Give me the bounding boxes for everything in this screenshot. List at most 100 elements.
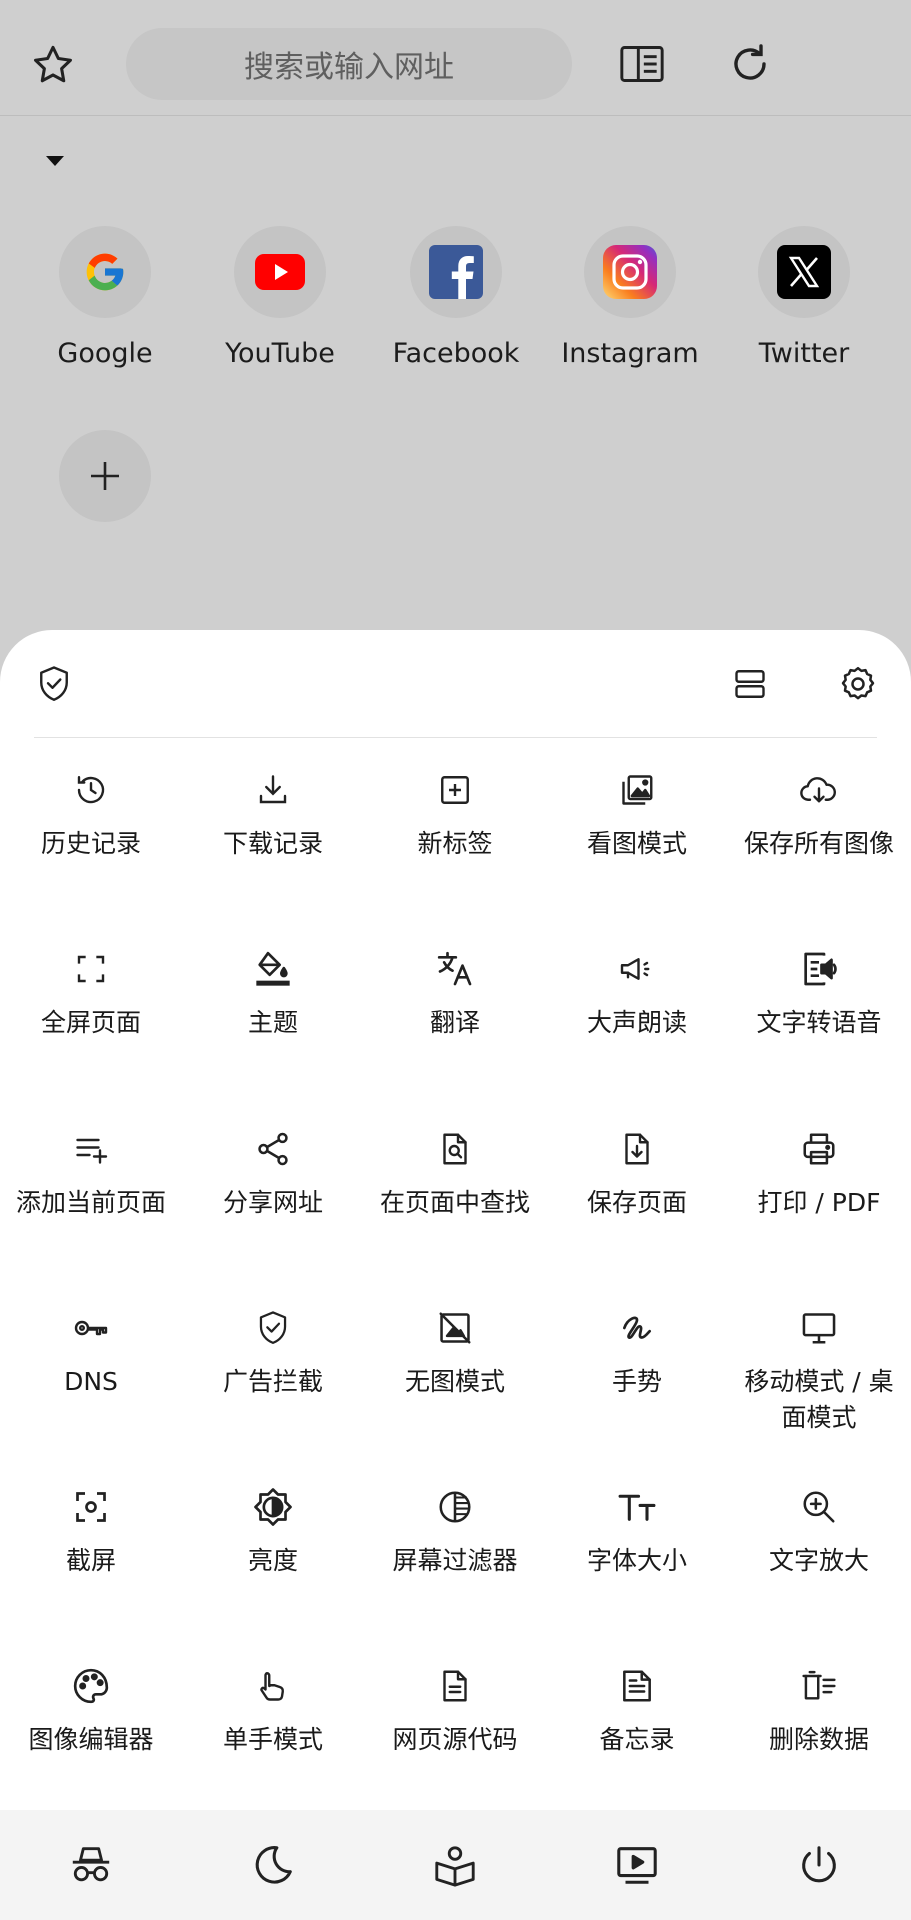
menu-item-brightness[interactable]: 亮度 (182, 1487, 364, 1647)
megaphone-icon (617, 949, 657, 989)
google-icon (59, 226, 151, 318)
night-mode-icon[interactable] (250, 1842, 296, 1888)
palette-icon (71, 1666, 111, 1706)
menu-item-font-size[interactable]: 字体大小 (546, 1487, 728, 1647)
menu-item-label: 手势 (611, 1367, 662, 1396)
screen-filter-icon (435, 1487, 475, 1527)
gallery-icon (617, 770, 657, 810)
desktop-icon (799, 1308, 839, 1348)
menu-item-find-in-page[interactable]: 在页面中查找 (364, 1129, 546, 1289)
menu-item-gallery-mode[interactable]: 看图模式 (546, 770, 728, 930)
menu-item-page-source[interactable]: 网页源代码 (364, 1666, 546, 1826)
speed-dial-google[interactable]: Google (25, 226, 185, 369)
menu-item-label: 打印 / PDF (757, 1188, 881, 1217)
key-icon (71, 1308, 111, 1348)
add-speed-dial-button[interactable] (59, 430, 151, 522)
menu-item-ad-block[interactable]: 广告拦截 (182, 1308, 364, 1468)
menu-item-theme[interactable]: 主题 (182, 949, 364, 1109)
shield-check-icon[interactable] (36, 664, 72, 704)
tab-switcher-icon[interactable] (732, 666, 768, 702)
menu-item-translate[interactable]: 翻译 (364, 949, 546, 1109)
menu-item-image-editor[interactable]: 图像编辑器 (0, 1666, 182, 1826)
menu-item-label: 保存所有图像 (743, 829, 894, 858)
speed-dial-label: Facebook (392, 338, 520, 369)
settings-gear-icon[interactable] (838, 664, 878, 704)
power-icon[interactable] (796, 1842, 842, 1888)
menu-item-one-hand-mode[interactable]: 单手模式 (182, 1666, 364, 1826)
brightness-icon (253, 1487, 293, 1527)
menu-item-label: 新标签 (417, 829, 493, 858)
facebook-icon (410, 226, 502, 318)
menu-item-share-url[interactable]: 分享网址 (182, 1129, 364, 1289)
menu-item-label: 分享网址 (222, 1188, 323, 1217)
menu-item-no-image-mode[interactable]: 无图模式 (364, 1308, 546, 1468)
translate-icon (435, 949, 475, 989)
delete-data-icon (799, 1666, 839, 1706)
speed-dial-youtube[interactable]: YouTube (200, 226, 360, 369)
print-icon (799, 1129, 839, 1169)
menu-item-label: 在页面中查找 (379, 1188, 530, 1217)
bookmark-star-icon[interactable] (30, 42, 76, 88)
share-icon (253, 1129, 293, 1169)
speed-dial-twitter[interactable]: Twitter (724, 226, 884, 369)
menu-item-history[interactable]: 历史记录 (0, 770, 182, 930)
menu-item-screenshot[interactable]: 截屏 (0, 1487, 182, 1647)
menu-item-new-tab[interactable]: 新标签 (364, 770, 546, 930)
menu-item-label: 翻译 (429, 1008, 480, 1037)
caret-down-icon[interactable] (44, 154, 66, 168)
no-image-icon (435, 1308, 475, 1348)
speed-dial-instagram[interactable]: Instagram (550, 226, 710, 369)
fullscreen-icon (71, 949, 111, 989)
font-size-icon (617, 1487, 657, 1527)
history-icon (71, 770, 111, 810)
search-input[interactable]: 搜索或输入网址 (126, 28, 572, 100)
menu-item-label: 历史记录 (40, 829, 141, 858)
menu-item-label: 网页源代码 (392, 1725, 518, 1754)
paint-bucket-icon (253, 949, 293, 989)
instagram-icon (584, 226, 676, 318)
menu-item-label: DNS (64, 1367, 118, 1396)
menu-item-label: 广告拦截 (222, 1367, 323, 1396)
menu-item-memo[interactable]: 备忘录 (546, 1666, 728, 1826)
incognito-icon[interactable] (68, 1842, 114, 1888)
zoom-in-icon (799, 1487, 839, 1527)
youtube-icon (234, 226, 326, 318)
speed-dial-label: Google (57, 338, 153, 369)
menu-item-label: 添加当前页面 (15, 1188, 166, 1217)
divider (34, 737, 877, 738)
menu-item-screen-filter[interactable]: 屏幕过滤器 (364, 1487, 546, 1647)
menu-item-downloads[interactable]: 下载记录 (182, 770, 364, 930)
top-bar: 搜索或输入网址 (0, 0, 911, 116)
menu-item-dns[interactable]: DNS (0, 1308, 182, 1468)
menu-item-label: 主题 (247, 1008, 298, 1037)
menu-item-label: 文字转语音 (756, 1008, 882, 1037)
menu-item-save-page[interactable]: 保存页面 (546, 1129, 728, 1289)
menu-item-label: 全屏页面 (40, 1008, 141, 1037)
menu-item-label: 大声朗读 (586, 1008, 687, 1037)
menu-item-print-pdf[interactable]: 打印 / PDF (728, 1129, 910, 1289)
speed-dial-facebook[interactable]: Facebook (376, 226, 536, 369)
menu-item-save-all-images[interactable]: 保存所有图像 (728, 770, 910, 930)
menu-item-desktop-mode[interactable]: 移动模式 / 桌面模式 (728, 1308, 910, 1468)
menu-item-text-to-speech[interactable]: 文字转语音 (728, 949, 910, 1109)
menu-item-add-current-page[interactable]: 添加当前页面 (0, 1129, 182, 1289)
shield-check-icon (253, 1308, 293, 1348)
save-page-icon (617, 1129, 657, 1169)
menu-item-label: 删除数据 (768, 1725, 869, 1754)
reading-icon[interactable] (432, 1842, 478, 1888)
menu-item-clear-data[interactable]: 删除数据 (728, 1666, 910, 1826)
video-icon[interactable] (614, 1842, 660, 1888)
source-code-icon (435, 1666, 475, 1706)
menu-item-gestures[interactable]: 手势 (546, 1308, 728, 1468)
one-hand-icon (253, 1666, 293, 1706)
text-to-speech-icon (799, 949, 839, 989)
menu-item-read-aloud[interactable]: 大声朗读 (546, 949, 728, 1109)
menu-item-label: 屏幕过滤器 (392, 1546, 518, 1575)
menu-item-label: 保存页面 (586, 1188, 687, 1217)
reader-mode-icon[interactable] (618, 42, 666, 86)
speed-dial-label: Twitter (758, 338, 850, 369)
reload-icon[interactable] (726, 40, 774, 88)
menu-item-text-zoom[interactable]: 文字放大 (728, 1487, 910, 1647)
menu-item-fullscreen[interactable]: 全屏页面 (0, 949, 182, 1109)
menu-item-label: 文字放大 (768, 1546, 869, 1575)
